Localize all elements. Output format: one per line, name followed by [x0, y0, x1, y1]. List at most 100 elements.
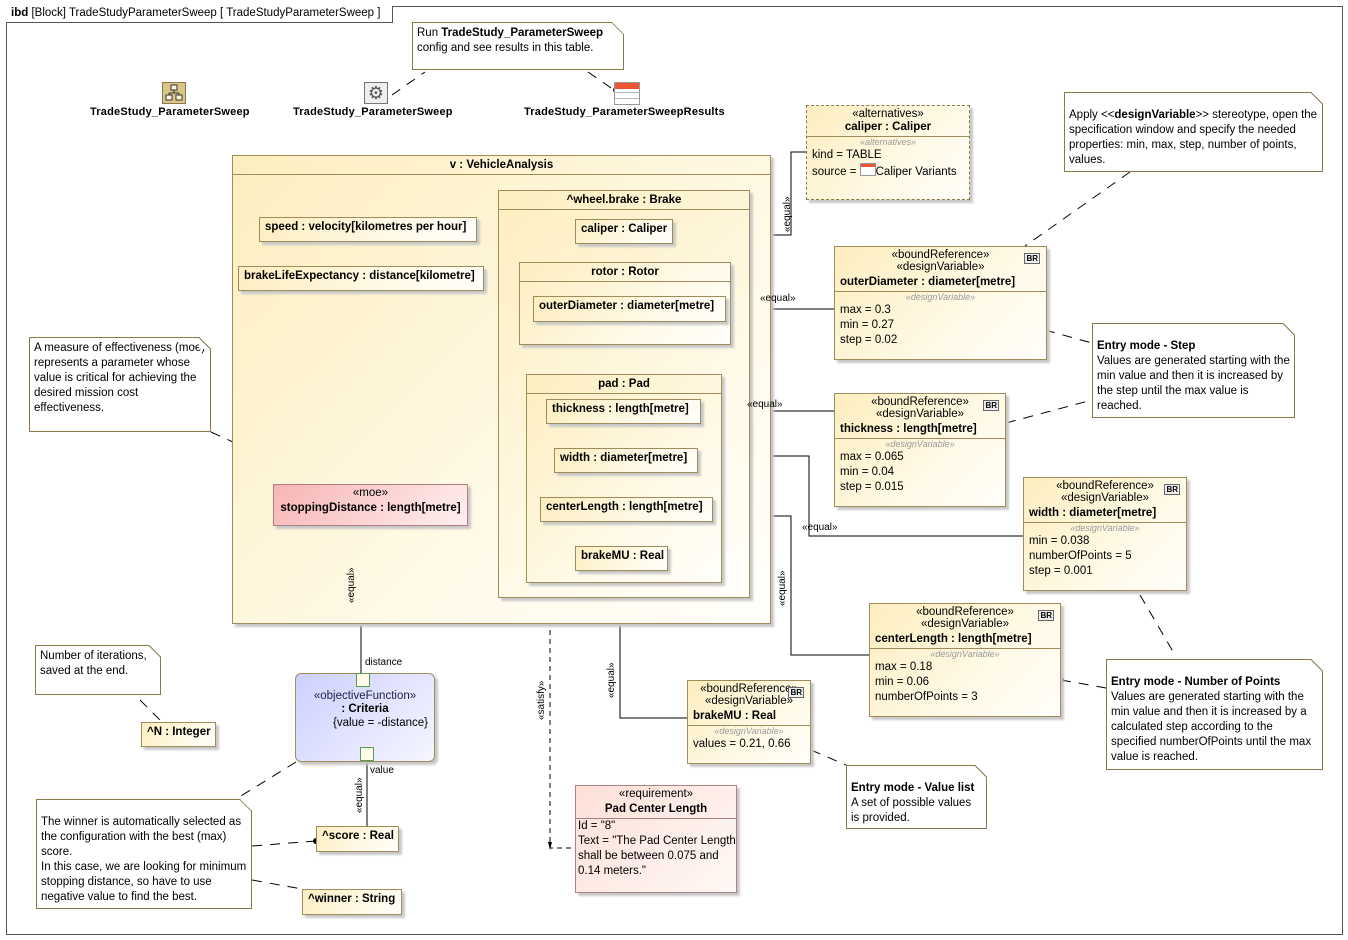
- note-text: A set of possible values is provided.: [851, 797, 972, 824]
- note-anchor: [251, 840, 317, 847]
- equal-label: «equal»: [777, 570, 788, 606]
- attribute: kind = TABLE: [812, 149, 882, 161]
- stereotype: «boundReference»: [916, 606, 1014, 618]
- outer-diameter-part[interactable]: outerDiameter : diameter[metre]: [533, 296, 726, 322]
- brake-mu-part[interactable]: brakeMU : Real: [575, 546, 668, 571]
- center-length-part[interactable]: centerLength : length[metre]: [540, 497, 713, 522]
- table-icon[interactable]: [614, 82, 640, 105]
- compartment-label: «alternatives»: [859, 137, 917, 147]
- distance-port[interactable]: [356, 673, 370, 687]
- moe-note: A measure of effectiveness (moe) represe…: [29, 337, 211, 432]
- width-part[interactable]: width : diameter[metre]: [554, 448, 698, 473]
- width-design-variable[interactable]: BR «boundReference» «designVariable» width …: [1023, 477, 1187, 591]
- br-badge: BR: [1024, 253, 1040, 264]
- equal-label: «equal»: [747, 399, 783, 410]
- note-text: The winner is automatically selected as …: [41, 816, 242, 858]
- attribute: min = 0.038: [1029, 535, 1090, 547]
- n-integer-part[interactable]: ^N : Integer: [141, 722, 216, 747]
- note-text: In this case, we are looking for minimum…: [41, 861, 247, 903]
- stereotype: «boundReference»: [891, 249, 990, 261]
- compartment-label: «designVariable»: [714, 726, 784, 736]
- gear-simulation-config-icon[interactable]: ⚙: [364, 82, 388, 104]
- entry-mode-list-note: Entry mode - Value list A set of possible…: [846, 765, 987, 829]
- brake-life-part[interactable]: brakeLifeExpectancy : distance[kilometre…: [238, 266, 484, 291]
- note-text: Run: [417, 27, 442, 39]
- note-title: Entry mode - Number of Points: [1111, 676, 1281, 688]
- criteria-name: : Criteria: [341, 703, 389, 715]
- equal-label: «equal»: [606, 662, 617, 698]
- note-anchor: [1060, 679, 1107, 689]
- artifact-label[interactable]: TradeStudy_ParameterSweepResults: [524, 106, 725, 118]
- winner-part[interactable]: ^winner : String: [302, 889, 402, 915]
- equal-label: «equal»: [782, 196, 793, 232]
- note-text: Values are generated starting with the m…: [1111, 691, 1312, 763]
- part-title: pad : Pad: [527, 375, 721, 394]
- attribute: source = Caliper Variants: [807, 163, 969, 180]
- caliper-alternatives-block[interactable]: «alternatives» caliper : Caliper «altern…: [806, 105, 970, 200]
- stereotype: «designVariable»: [896, 261, 985, 273]
- note-text: Apply <<: [1069, 109, 1115, 121]
- note-anchor: [139, 699, 163, 723]
- center-length-design-variable[interactable]: BR «boundReference» «designVariable» center…: [869, 603, 1061, 717]
- requirement-text: Text = "The Pad Center Length shall be b…: [578, 835, 736, 877]
- entry-mode-step-note: Entry mode - Step Values are generated st…: [1092, 323, 1295, 418]
- attribute: max = 0.18: [875, 661, 933, 673]
- note-bold: designVariable: [1114, 109, 1196, 121]
- brake-mu-design-variable[interactable]: BR «boundReference» «designVariable» brakeM…: [687, 680, 811, 764]
- note-text: config and see results in this table.: [417, 42, 594, 54]
- moe-stopping-distance[interactable]: «moe» stoppingDistance : length[metre]: [273, 484, 468, 526]
- thickness-design-variable[interactable]: BR «boundReference» «designVariable» thickn…: [834, 393, 1006, 507]
- note-title: Entry mode - Value list: [851, 782, 975, 794]
- requirement-name: Pad Center Length: [576, 800, 736, 819]
- stereotype: «objectiveFunction»: [313, 690, 417, 702]
- stereotype: «boundReference»: [871, 396, 969, 408]
- pad-center-length-requirement[interactable]: «requirement» Pad Center Length Id = "8" Te…: [575, 785, 737, 893]
- equal-label: «equal»: [354, 777, 365, 813]
- score-part[interactable]: ^score : Real: [316, 826, 399, 852]
- note-anchor: [1005, 399, 1093, 424]
- run-config-note: Run TradeStudy_ParameterSweepconfig and …: [412, 22, 624, 70]
- attribute: min = 0.27: [840, 319, 895, 331]
- stereotype: «alternatives»: [852, 108, 924, 120]
- stereotype: «boundReference»: [1056, 480, 1154, 492]
- br-badge: BR: [788, 687, 804, 698]
- note-anchor: [391, 71, 426, 96]
- block-diagram-icon[interactable]: [162, 82, 186, 104]
- attribute: step = 0.001: [1029, 565, 1093, 577]
- artifact-label[interactable]: TradeStudy_ParameterSweep: [293, 106, 453, 118]
- thickness-part[interactable]: thickness : length[metre]: [546, 399, 701, 424]
- note-title: Entry mode - Step: [1097, 340, 1196, 352]
- part-title: rotor : Rotor: [520, 263, 730, 282]
- part-title: ^wheel.brake : Brake: [499, 191, 749, 210]
- table-icon: [859, 163, 876, 176]
- attribute: step = 0.02: [840, 334, 898, 346]
- equal-label: «equal»: [346, 567, 357, 603]
- note-text: Values are generated starting with the m…: [1097, 355, 1290, 412]
- criteria-constraint: {value = -distance}: [333, 717, 428, 729]
- note-anchor: [251, 879, 303, 890]
- caliper-part[interactable]: caliper : Caliper: [575, 219, 673, 244]
- property-name: outerDiameter : diameter[metre]: [835, 273, 1046, 292]
- br-badge: BR: [983, 400, 999, 411]
- iterations-note: Number of iterations, saved at the end.: [35, 645, 161, 695]
- block-name: caliper : Caliper: [807, 120, 969, 137]
- artifact-label[interactable]: TradeStudy_ParameterSweep: [90, 106, 250, 118]
- winner-note: The winner is automatically selected as …: [36, 799, 252, 909]
- note-bold-text: TradeStudy_ParameterSweep: [441, 27, 604, 39]
- compartment-label: «designVariable»: [905, 292, 976, 302]
- outer-diameter-design-variable[interactable]: BR «boundReference» «designVariable» outerD…: [834, 246, 1047, 360]
- requirement-id: Id = "8": [578, 820, 616, 832]
- satisfy-label: «satisfy»: [536, 680, 547, 720]
- stereotype: «requirement»: [618, 788, 694, 800]
- attribute: step = 0.015: [840, 481, 904, 493]
- block-title: v : VehicleAnalysis: [233, 156, 770, 175]
- note-anchor: [587, 71, 615, 91]
- stereotype: «designVariable»: [1060, 492, 1150, 504]
- attribute: values = 0.21, 0.66: [693, 738, 791, 750]
- attribute: min = 0.04: [840, 466, 895, 478]
- value-port[interactable]: [360, 747, 374, 761]
- attribute: numberOfPoints = 5: [1029, 550, 1132, 562]
- speed-part[interactable]: speed : velocity[kilometres per hour]: [259, 217, 477, 242]
- property-name: thickness : length[metre]: [835, 420, 1005, 439]
- source-link[interactable]: Caliper Variants: [876, 166, 957, 178]
